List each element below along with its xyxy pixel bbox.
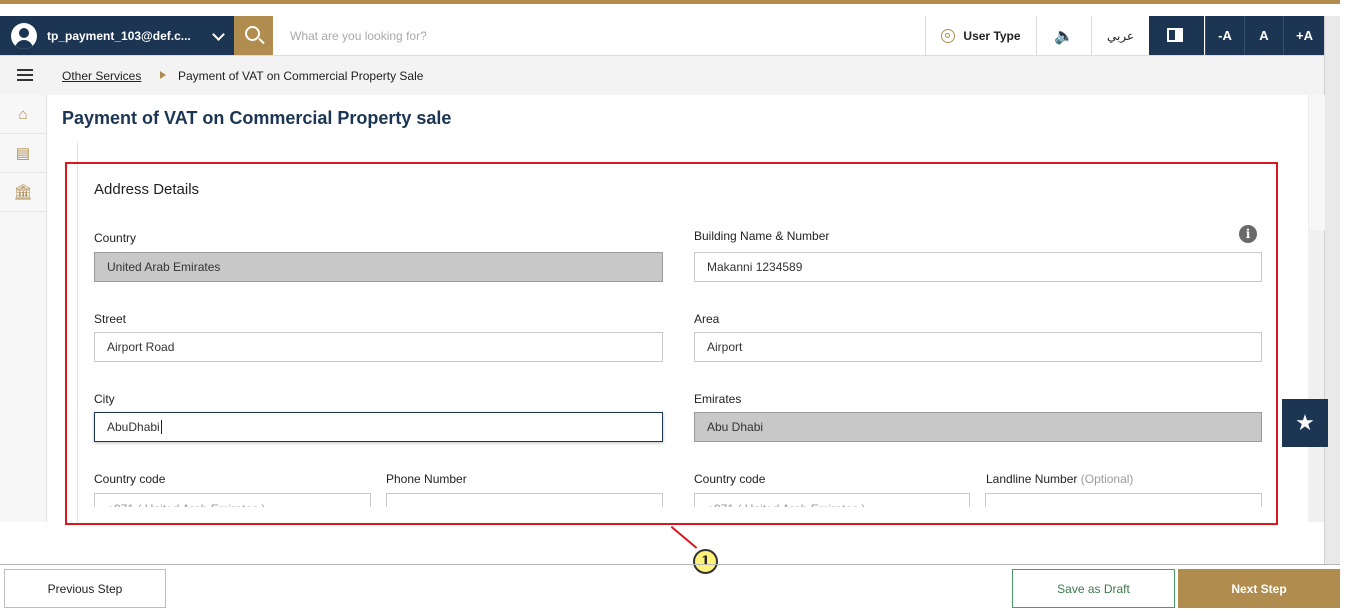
callout-pointer: [670, 526, 698, 549]
save-draft-button[interactable]: Save as Draft: [1012, 569, 1175, 608]
annotation-highlight-box: [65, 162, 1278, 525]
clipboard-icon[interactable]: ▤: [0, 134, 46, 173]
breadcrumb-link-other-services[interactable]: Other Services: [62, 69, 141, 83]
favorite-star-button[interactable]: ★: [1282, 399, 1328, 447]
right-gutter: [1308, 95, 1325, 230]
breadcrumb-current: Payment of VAT on Commercial Property Sa…: [178, 69, 424, 83]
page-title: Payment of VAT on Commercial Property sa…: [62, 108, 452, 128]
home-icon[interactable]: ⌂: [0, 95, 46, 134]
breadcrumb-arrow-icon: [160, 71, 166, 79]
next-step-button[interactable]: Next Step: [1178, 569, 1340, 608]
search-input[interactable]: [280, 16, 940, 55]
speaker-icon[interactable]: 🔈: [1036, 16, 1091, 55]
avatar-icon: [11, 22, 37, 49]
breadcrumb: Other Services Payment of VAT on Commerc…: [0, 56, 1324, 95]
top-spacer: [0, 4, 1361, 16]
gear-icon: [941, 28, 956, 43]
sidebar: ⌂ ▤ 🏛: [0, 95, 47, 522]
previous-step-button[interactable]: Previous Step: [4, 569, 166, 608]
bank-icon[interactable]: 🏛: [0, 173, 46, 212]
page-scrollbar[interactable]: [1324, 16, 1341, 564]
chevron-down-icon[interactable]: [212, 28, 225, 41]
top-header: tp_payment_103@def.c... User Type 🔈 عربي…: [0, 16, 1325, 56]
star-icon: ★: [1295, 410, 1315, 435]
scroll-gutter: [1340, 0, 1361, 615]
font-increase-button[interactable]: +A: [1283, 16, 1325, 55]
font-decrease-button[interactable]: -A: [1205, 16, 1244, 55]
right-gutter-lower: [1308, 230, 1324, 522]
font-normal-button[interactable]: A: [1244, 16, 1283, 55]
search-button[interactable]: [234, 16, 273, 55]
language-toggle[interactable]: عربي: [1091, 16, 1149, 55]
hamburger-menu-icon[interactable]: [17, 69, 33, 81]
footer-divider: [0, 564, 1340, 565]
user-type-label: User Type: [963, 28, 1021, 43]
user-type-button[interactable]: User Type: [925, 16, 1036, 55]
username-label: tp_payment_103@def.c...: [47, 28, 191, 43]
contrast-button[interactable]: [1149, 16, 1204, 55]
callout-badge: 1: [693, 549, 718, 574]
user-menu[interactable]: tp_payment_103@def.c...: [0, 16, 234, 55]
